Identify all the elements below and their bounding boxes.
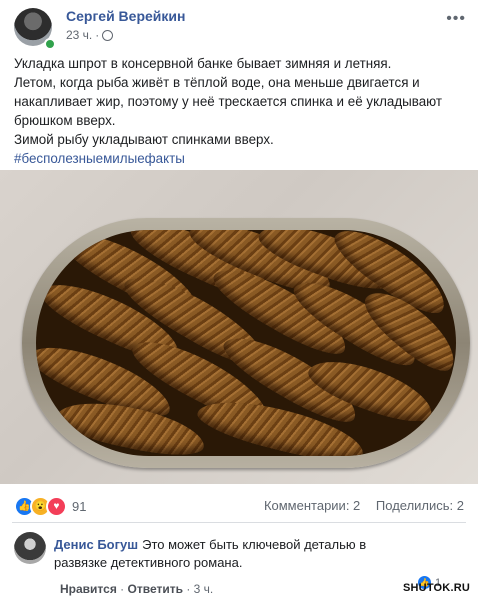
tin-contents: [36, 230, 456, 456]
post-text-line: Летом, когда рыба живёт в тёплой воде, о…: [14, 75, 443, 128]
globe-icon: [102, 29, 114, 41]
post-text-line: Укладка шпрот в консервной банке бывает …: [14, 56, 392, 71]
post-text: Укладка шпрот в консервной банке бывает …: [14, 54, 464, 168]
love-icon: ♥: [46, 496, 67, 517]
shares-count[interactable]: Поделились: 2: [376, 498, 464, 513]
reactions-summary[interactable]: 👍 😮 ♥ 91: [14, 496, 86, 517]
more-icon[interactable]: •••: [446, 10, 466, 28]
divider: [12, 522, 466, 523]
comment-like-button[interactable]: Нравится: [60, 582, 117, 596]
post-meta: 23 ч. ·: [66, 28, 114, 42]
post-header: Сергей Верейкин 23 ч. · •••: [10, 6, 468, 50]
reactions-count: 91: [72, 499, 87, 514]
comment-time[interactable]: 3 ч.: [194, 582, 214, 596]
comment-actions: Нравится · Ответить · 3 ч.: [60, 582, 214, 596]
engagement-counts: Комментарии: 2 Поделились: 2: [264, 498, 464, 513]
comment-author[interactable]: Денис Богуш: [54, 537, 138, 552]
post-photo[interactable]: [0, 170, 478, 484]
post-text-line: Зимой рыбу укладывают спинками вверх.: [14, 132, 274, 147]
watermark: SHUTOK.RU: [403, 582, 470, 594]
online-status-dot: [44, 38, 56, 50]
post-time[interactable]: 23 ч.: [66, 28, 92, 42]
commenter-avatar[interactable]: [14, 532, 46, 564]
comment-reply-button[interactable]: Ответить: [128, 582, 183, 596]
post-author[interactable]: Сергей Верейкин: [66, 8, 185, 24]
comments-count[interactable]: Комментарии: 2: [264, 498, 360, 513]
comment-bubble: Денис Богуш Это может быть ключевой детал…: [54, 536, 394, 572]
sprat-tin: [22, 218, 470, 468]
hashtag-link[interactable]: #бесполезныемилыефакты: [14, 151, 185, 166]
